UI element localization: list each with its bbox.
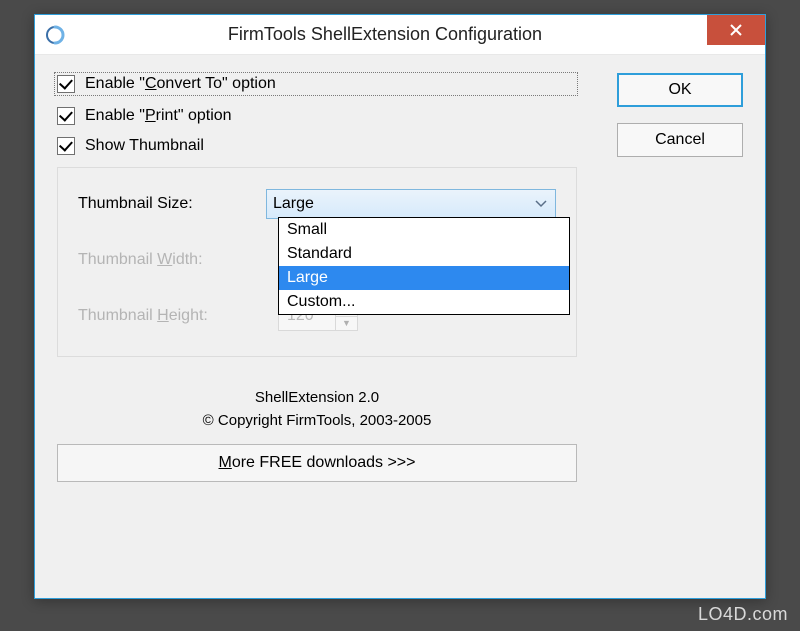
enable-print-checkbox[interactable]: Enable "Print" option <box>57 107 577 125</box>
close-icon <box>729 23 743 37</box>
thumbnail-width-label: Thumbnail Width: <box>78 251 278 269</box>
checkbox-label: Enable "Convert To" option <box>85 75 276 93</box>
thumbnail-size-label: Thumbnail Size: <box>78 195 266 213</box>
dropdown-option-standard[interactable]: Standard <box>279 242 569 266</box>
titlebar: FirmTools ShellExtension Configuration <box>35 15 765 55</box>
ok-button[interactable]: OK <box>617 73 743 107</box>
footer-text: ShellExtension 2.0 © Copyright FirmTools… <box>57 387 577 432</box>
enable-convert-checkbox[interactable]: Enable "Convert To" option <box>55 73 577 95</box>
dropdown-option-large[interactable]: Large <box>279 266 569 290</box>
checkbox-label: Show Thumbnail <box>85 137 204 155</box>
checkbox-icon <box>57 137 75 155</box>
client-area: Enable "Convert To" option Enable "Print… <box>35 55 765 598</box>
app-icon <box>45 25 65 45</box>
config-window: FirmTools ShellExtension Configuration E… <box>34 14 766 599</box>
checkbox-icon <box>57 75 75 93</box>
combo-value: Large <box>273 195 314 213</box>
checkbox-label: Enable "Print" option <box>85 107 232 125</box>
product-version: ShellExtension 2.0 <box>57 387 577 410</box>
cancel-button[interactable]: Cancel <box>617 123 743 157</box>
window-title: FirmTools ShellExtension Configuration <box>75 24 765 45</box>
more-downloads-button[interactable]: More FREE downloads >>> <box>57 444 577 482</box>
watermark: LO4D.com <box>698 604 788 625</box>
thumbnail-size-dropdown: Small Standard Large Custom... <box>278 217 570 315</box>
close-button[interactable] <box>707 15 765 45</box>
dropdown-option-small[interactable]: Small <box>279 218 569 242</box>
dropdown-option-custom[interactable]: Custom... <box>279 290 569 314</box>
show-thumbnail-checkbox[interactable]: Show Thumbnail <box>57 137 577 155</box>
chevron-down-icon <box>535 195 547 213</box>
thumbnail-height-label: Thumbnail Height: <box>78 307 278 325</box>
checkbox-icon <box>57 107 75 125</box>
copyright: © Copyright FirmTools, 2003-2005 <box>57 410 577 433</box>
thumbnail-size-combo[interactable]: Large <box>266 189 556 219</box>
thumbnail-groupbox: Thumbnail Size: Large Thumbnail Width: 1… <box>57 167 577 357</box>
dialog-buttons: OK Cancel <box>617 73 743 157</box>
